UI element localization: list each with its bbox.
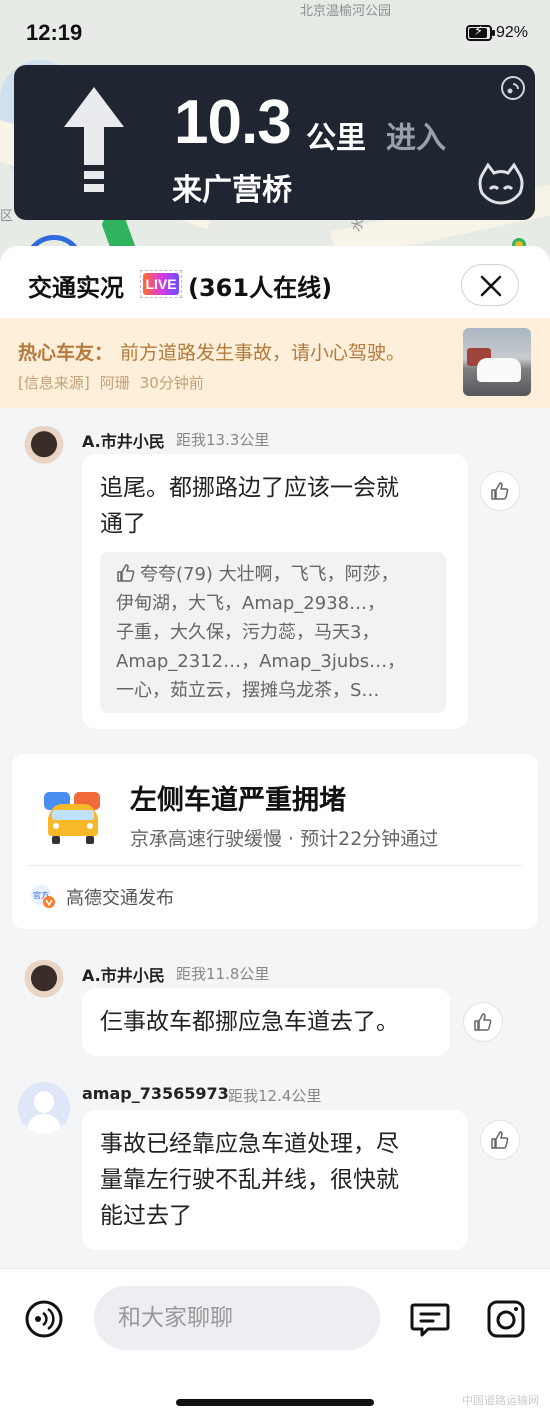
like-button[interactable] (480, 471, 520, 511)
nav-distance-unit: 公里 (306, 121, 366, 156)
traffic-live-panel: 交通实况 LIVE (361人在线) 热心车友： 前方道路发生事故，请小心驾驶。… (0, 246, 550, 1417)
praise-line: Amap_2312…，Amap_3jubs…， (116, 651, 406, 672)
avatar[interactable] (18, 426, 70, 478)
thumbs-up-icon (491, 1131, 509, 1149)
notice-time: 30分钟前 (139, 374, 204, 392)
divider (28, 865, 522, 866)
comment-user[interactable]: A.市井小民 (82, 962, 165, 986)
notice-photo[interactable] (463, 328, 531, 396)
watermark: 中国道路运输网 (462, 1394, 539, 1407)
official-traffic-card[interactable]: 左侧车道严重拥堵 京承高速行驶缓慢 · 预计22分钟通过 官方 高德交通发布 (12, 754, 538, 929)
charging-bolt-icon: ⚡ (474, 24, 484, 39)
comment-text: 通了 (100, 511, 146, 537)
like-button[interactable] (463, 1002, 503, 1042)
close-button[interactable] (461, 264, 519, 306)
card-title: 左侧车道严重拥堵 (130, 785, 346, 816)
panel-header: 交通实况 LIVE (361人在线) (0, 246, 550, 318)
message-list-icon[interactable] (410, 1299, 450, 1339)
voice-assistant-icon[interactable] (476, 161, 526, 205)
notice-source-label: [信息来源] (18, 374, 90, 392)
official-badge-icon: 官方 (31, 885, 55, 908)
comment-bubble: 仨事故车都挪应急车道去了。 (82, 988, 450, 1056)
avatar-body (27, 1114, 61, 1134)
comment-text: 追尾。都挪路边了应该一会就 (100, 475, 399, 501)
notice-meta: [信息来源] 阿珊 30分钟前 (18, 372, 214, 393)
comment-user[interactable]: A.市井小民 (82, 428, 165, 452)
hot-notice[interactable]: 热心车友： 前方道路发生事故，请小心驾驶。 [信息来源] 阿珊 30分钟前 (0, 318, 550, 408)
live-badge-label: LIVE (143, 273, 179, 295)
comment-bubble: 事故已经靠应急车道处理，尽 量靠左行驶不乱并线，很快就 能过去了 (82, 1110, 468, 1250)
online-count: (361人在线) (188, 274, 333, 302)
nav-action: 进入 (386, 121, 446, 156)
navigation-banner[interactable]: 10.3 公里 进入 来广营桥 (14, 65, 535, 220)
broadcast-icon[interactable] (500, 75, 526, 101)
home-indicator[interactable] (176, 1399, 374, 1406)
map-label: 区 (0, 209, 14, 224)
avatar[interactable] (18, 1082, 70, 1134)
panel-title: 交通实况 (28, 274, 124, 302)
photo-car (477, 358, 521, 382)
praise-list[interactable]: 夸夸(79) 大壮啊，飞飞，阿莎， 伊甸湖，大飞，Amap_2938…， 子重，… (100, 552, 446, 713)
praise-line: 子重，大久保，污力蕊，马天3， (116, 622, 380, 643)
close-icon (480, 275, 502, 297)
status-time: 12:19 (26, 20, 83, 45)
card-subtitle: 京承高速行驶缓慢 · 预计22分钟通过 (130, 828, 439, 850)
praise-line: 一心，茹立云，摆摊乌龙茶，S… (116, 680, 380, 701)
avatar-head (34, 1091, 54, 1113)
voice-input-icon[interactable] (24, 1299, 64, 1339)
comment-text: 仨事故车都挪应急车道去了。 (100, 1009, 399, 1035)
comment-distance: 距我13.3公里 (176, 431, 270, 449)
praise-line: 伊甸湖，大飞，Amap_2938…， (116, 593, 386, 614)
traffic-jam-icon (44, 792, 100, 844)
notice-label: 热心车友： (18, 342, 114, 364)
comment-distance: 距我12.4公里 (228, 1087, 322, 1105)
thumbs-up-icon (474, 1013, 492, 1031)
avatar[interactable] (18, 960, 70, 1012)
comment-text: 事故已经靠应急车道处理，尽 (100, 1131, 399, 1157)
thumbs-up-icon (117, 564, 135, 582)
nav-distance: 10.3 (174, 88, 292, 157)
live-badge: LIVE (140, 270, 182, 298)
card-source[interactable]: 高德交通发布 (66, 884, 174, 910)
nav-road-name: 来广营桥 (172, 173, 292, 208)
notice-source-name: 阿珊 (99, 374, 130, 392)
like-button[interactable] (480, 1120, 520, 1160)
battery-percentage: 92% (496, 24, 529, 41)
comment-user[interactable]: amap_73565973 (82, 1084, 229, 1103)
thumbs-up-icon (491, 482, 509, 500)
straight-arrow-icon (64, 87, 124, 192)
status-bar: 12:19 ⚡ 92% (0, 0, 550, 64)
notice-text: 前方道路发生事故，请小心驾驶。 (120, 342, 406, 364)
praise-line: 夸夸(79) 大壮啊，飞飞，阿莎， (140, 564, 399, 585)
comment-bubble: 追尾。都挪路边了应该一会就 通了 夸夸(79) 大壮啊，飞飞，阿莎， 伊甸湖，大… (82, 454, 468, 729)
chat-input[interactable] (94, 1286, 380, 1350)
comment-text: 量靠左行驶不乱并线，很快就 (100, 1167, 399, 1193)
comment-text: 能过去了 (100, 1203, 192, 1229)
comment-distance: 距我11.8公里 (176, 965, 270, 983)
battery-icon: ⚡ (466, 24, 495, 41)
camera-icon[interactable] (486, 1299, 526, 1339)
